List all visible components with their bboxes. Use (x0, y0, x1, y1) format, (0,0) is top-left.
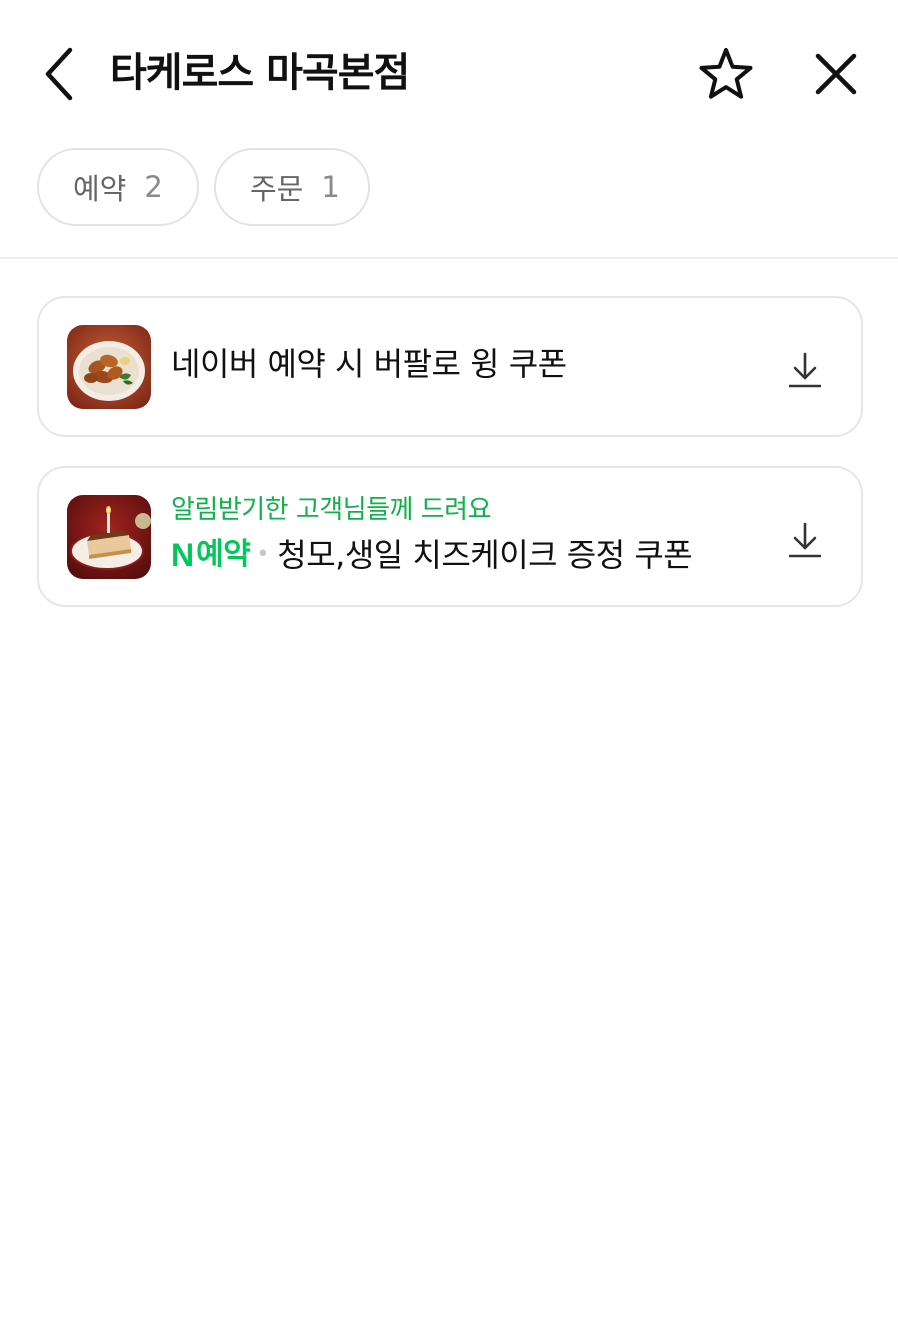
cheesecake-photo (67, 495, 151, 579)
coupon-card[interactable]: 알림받기한 고객님들께 드려요 N 예약 • 청모,생일 치즈케이크 증정 쿠폰 (37, 466, 863, 607)
coupon-subtitle: 알림받기한 고객님들께 드려요 (171, 495, 492, 525)
tab-label: 예약 (73, 172, 127, 206)
star-outline-icon (699, 48, 753, 99)
coupon-title: 네이버 예약 시 버팔로 윙 쿠폰 (171, 345, 567, 383)
buffalo-wings-photo (67, 325, 151, 409)
tab-count: 2 (144, 170, 163, 204)
page-title: 타케로스 마곡본점 (110, 50, 410, 96)
header: 타케로스 마곡본점 (0, 0, 898, 140)
coupon-title-row: N 예약 • 청모,생일 치즈케이크 증정 쿠폰 (171, 534, 693, 576)
coupon-tabs: 예약 2 주문 1 (37, 148, 370, 226)
tab-order[interactable]: 주문 1 (214, 148, 370, 226)
chevron-left-icon (45, 47, 73, 101)
download-button[interactable] (787, 350, 823, 390)
naver-logo: N (171, 537, 195, 573)
naver-booking-label: 예약 (196, 537, 251, 572)
tab-label: 주문 (250, 172, 304, 206)
coupon-title: 청모,생일 치즈케이크 증정 쿠폰 (277, 536, 693, 574)
tab-count: 1 (321, 170, 340, 204)
back-button[interactable] (34, 44, 86, 104)
separator-dot: • (256, 542, 270, 567)
download-button[interactable] (787, 520, 823, 560)
download-icon (789, 522, 821, 558)
tab-reservation[interactable]: 예약 2 (37, 148, 199, 226)
divider (0, 257, 898, 259)
close-button[interactable] (806, 44, 866, 104)
coupon-card[interactable]: 네이버 예약 시 버팔로 윙 쿠폰 (37, 296, 863, 437)
favorite-button[interactable] (694, 44, 758, 104)
close-icon (815, 53, 857, 95)
download-icon (789, 352, 821, 388)
